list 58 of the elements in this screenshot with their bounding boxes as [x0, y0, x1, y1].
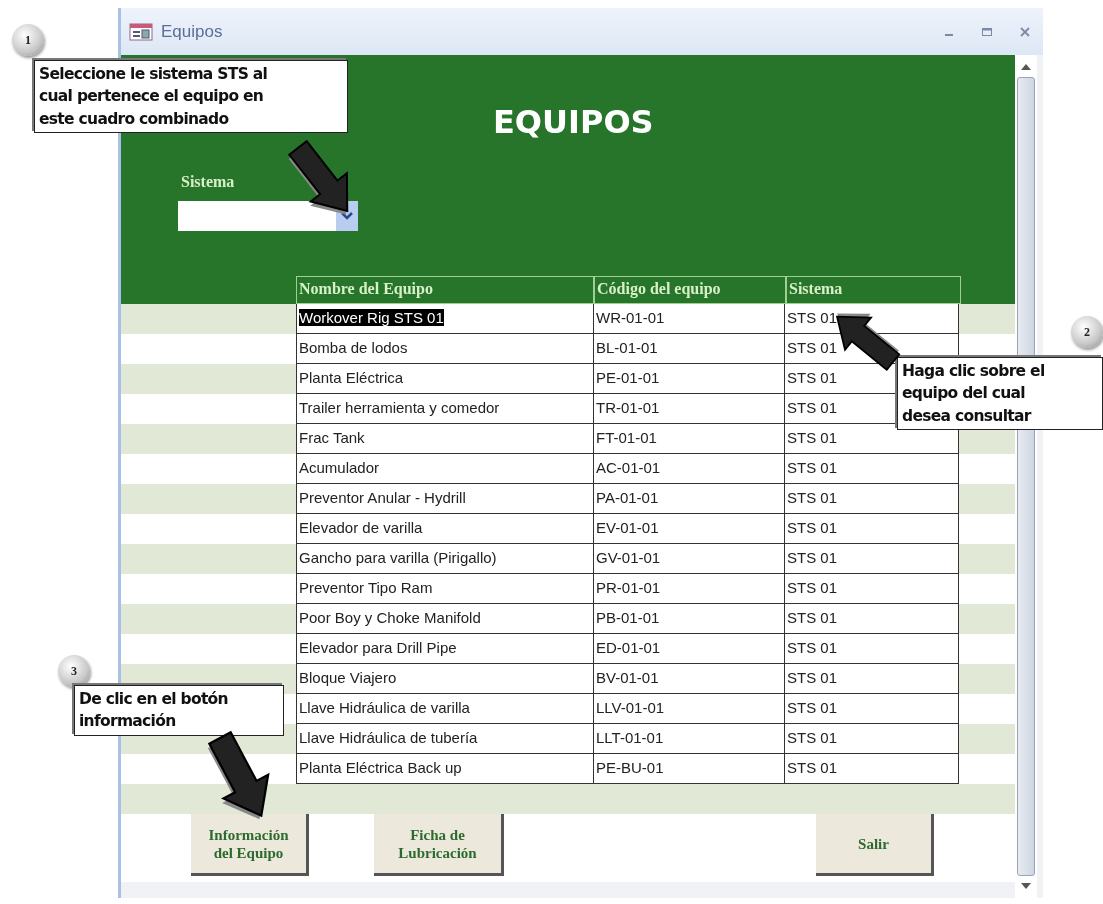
table-cell[interactable]: STS 01: [784, 514, 959, 544]
table-cell[interactable]: STS 01: [784, 454, 959, 484]
sistema-label: Sistema: [181, 173, 235, 191]
table-cell[interactable]: STS 01: [784, 604, 959, 634]
table-cell[interactable]: Bloque Viajero: [296, 664, 594, 694]
table-cell[interactable]: Planta Eléctrica Back up: [296, 754, 594, 784]
table-cell[interactable]: GV-01-01: [593, 544, 785, 574]
table-cell[interactable]: LLT-01-01: [593, 724, 785, 754]
table-cell[interactable]: STS 01: [784, 574, 959, 604]
sistema-combo-box[interactable]: [178, 201, 358, 231]
table-cell[interactable]: Llave Hidráulica de varilla: [296, 694, 594, 724]
form-button[interactable]: Ficha de Lubricación: [374, 814, 504, 876]
table-cell[interactable]: STS 01: [784, 724, 959, 754]
table-cell[interactable]: Poor Boy y Choke Manifold: [296, 604, 594, 634]
table-cell[interactable]: Workover Rig STS 01: [296, 304, 594, 334]
step-number-badge: 2: [1071, 316, 1103, 348]
table-cell[interactable]: WR-01-01: [593, 304, 785, 334]
step-number-badge: 3: [58, 655, 90, 687]
table-cell[interactable]: FT-01-01: [593, 424, 785, 454]
table-cell[interactable]: BV-01-01: [593, 664, 785, 694]
maximize-icon[interactable]: [981, 25, 993, 38]
table-cell[interactable]: Preventor Anular - Hydrill: [296, 484, 594, 514]
table-cell[interactable]: Trailer herramienta y comedor: [296, 394, 594, 424]
pointer-arrow: [835, 313, 901, 371]
table-cell[interactable]: Gancho para varilla (Pirigallo): [296, 544, 594, 574]
table-cell[interactable]: STS 01: [784, 634, 959, 664]
table-cell[interactable]: Bomba de lodos: [296, 334, 594, 364]
table-cell[interactable]: Preventor Tipo Ram: [296, 574, 594, 604]
table-cell[interactable]: STS 01: [784, 484, 959, 514]
form-button[interactable]: Información del Equipo: [191, 814, 309, 876]
table-cell[interactable]: STS 01: [784, 544, 959, 574]
table-cell[interactable]: PB-01-01: [593, 604, 785, 634]
table-cell[interactable]: STS 01: [784, 694, 959, 724]
table-cell[interactable]: PE-01-01: [593, 364, 785, 394]
table-cell[interactable]: Frac Tank: [296, 424, 594, 454]
table-cell[interactable]: STS 01: [784, 664, 959, 694]
table-cell[interactable]: Acumulador: [296, 454, 594, 484]
callout-tooltip: De clic en el botón información: [74, 685, 284, 736]
callout-tooltip: Seleccione le sistema STS al cual pertenece el equipo en este cuadro combinado: [34, 60, 348, 134]
form-title: EQUIPOS: [493, 103, 654, 141]
scroll-up-icon[interactable]: [1020, 63, 1032, 71]
table-cell[interactable]: Elevador para Drill Pipe: [296, 634, 594, 664]
table-cell[interactable]: Planta Eléctrica: [296, 364, 594, 394]
column-header: Código del equipo: [594, 276, 786, 304]
table-cell[interactable]: STS 01: [784, 754, 959, 784]
callout-tooltip: Haga clic sobre el equipo del cual desea consultar: [897, 357, 1103, 431]
form-icon: [129, 22, 153, 41]
table-cell[interactable]: PA-01-01: [593, 484, 785, 514]
table-cell[interactable]: STS 01: [784, 424, 959, 454]
step-number-badge: 1: [12, 24, 44, 56]
window-title: Equipos: [161, 21, 223, 42]
scroll-down-icon[interactable]: [1020, 882, 1032, 890]
table-cell[interactable]: Elevador de varilla: [296, 514, 594, 544]
column-header: Nombre del Equipo: [296, 276, 594, 304]
close-icon[interactable]: [1019, 25, 1031, 38]
form-button[interactable]: Salir: [816, 814, 934, 876]
column-header: Sistema: [786, 276, 961, 304]
table-cell[interactable]: Llave Hidráulica de tubería: [296, 724, 594, 754]
